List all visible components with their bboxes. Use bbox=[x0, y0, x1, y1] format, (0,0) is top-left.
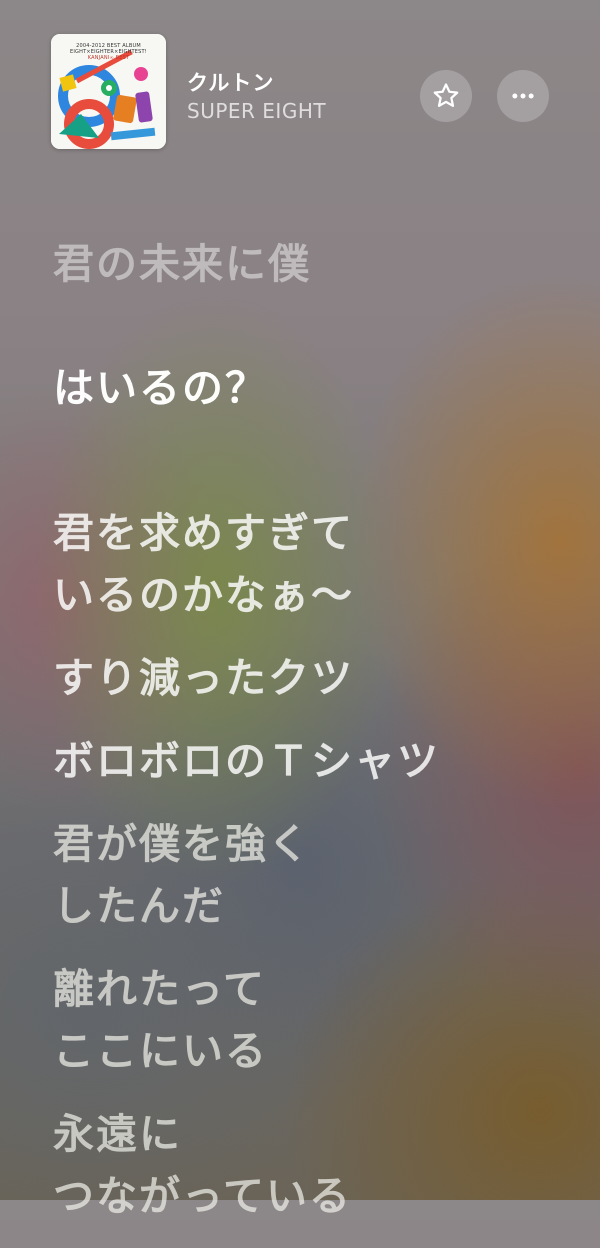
lyrics-list: 君の未来に僕 はいるの？ 君を求めすぎて いるのかなぁ～ すり減ったクツ ボロボ… bbox=[53, 171, 573, 1248]
album-caption-line3: KANJANI∞ BEST bbox=[87, 55, 130, 61]
lyric-line[interactable]: ボロボロのＴシャツ bbox=[53, 730, 573, 792]
lyric-line[interactable]: 君を求めすぎて いるのかなぁ～ bbox=[53, 502, 573, 626]
lyric-line[interactable]: 永遠に つながっている bbox=[53, 1103, 573, 1227]
song-title: クルトン bbox=[187, 71, 275, 95]
star-icon bbox=[433, 83, 459, 107]
lyric-upcoming-text: はいるの？ bbox=[53, 364, 268, 412]
more-options-button[interactable] bbox=[497, 70, 549, 122]
album-artwork[interactable]: 2004-2012 BEST ALBUM EIGHT×EIGHTER×EIGHT… bbox=[51, 34, 166, 149]
lyric-line[interactable]: 離れたって ここにいる bbox=[53, 958, 573, 1082]
lyric-line-current[interactable]: 君の未来に僕 はいるの？ bbox=[53, 171, 573, 481]
now-playing-header: 2004-2012 BEST ALBUM EIGHT×EIGHTER×EIGHT… bbox=[0, 0, 600, 160]
artist-name[interactable]: SUPER EIGHT bbox=[187, 99, 326, 123]
lyric-line[interactable]: すり減ったクツ bbox=[53, 647, 573, 709]
lyric-line[interactable]: 君が僕を強く したんだ bbox=[53, 813, 573, 937]
ellipsis-icon bbox=[512, 93, 534, 99]
lyric-sung-text: 君の未来に僕 bbox=[53, 240, 311, 288]
album-caption: 2004-2012 BEST ALBUM EIGHT×EIGHTER×EIGHT… bbox=[51, 43, 166, 61]
favorite-button[interactable] bbox=[420, 70, 472, 122]
